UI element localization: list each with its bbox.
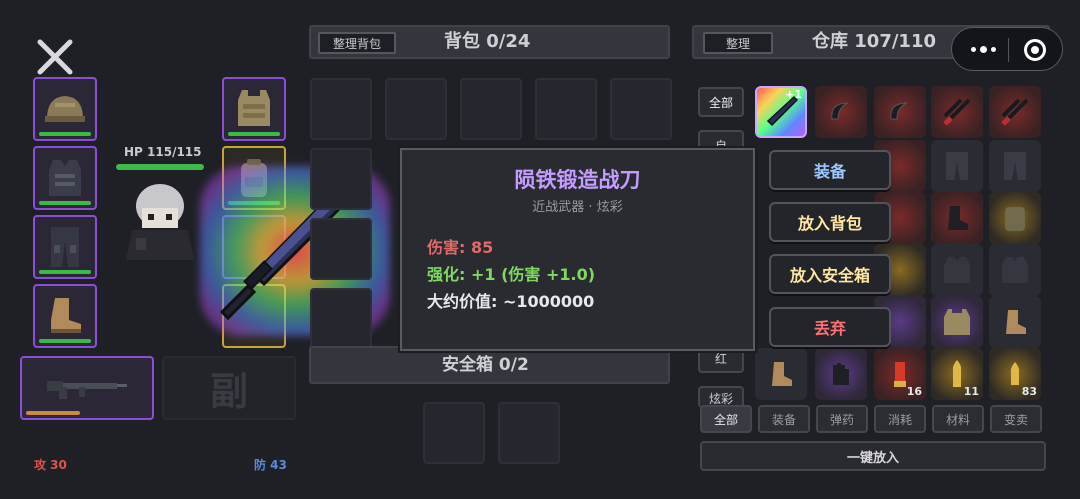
safe-slot[interactable] <box>498 402 560 464</box>
backpack-slot[interactable] <box>310 148 372 210</box>
menu-capsule <box>951 27 1063 71</box>
equip-slot-vest[interactable] <box>222 77 286 141</box>
tab-ammo[interactable]: 弹药 <box>816 405 868 433</box>
storage-item-pistol-ammo[interactable]: 83 <box>989 348 1041 400</box>
sort-storage-button[interactable]: 整理 <box>703 32 773 54</box>
storage-item-pants[interactable] <box>989 140 1041 192</box>
character-avatar <box>122 180 200 266</box>
side-filter-all[interactable]: 全部 <box>698 87 744 117</box>
safe-box-header: 安全箱 0/2 <box>309 346 670 384</box>
boots-icon <box>51 298 81 333</box>
boots-icon <box>1006 310 1026 334</box>
plate-carrier-icon <box>944 309 970 335</box>
backpack-header: 整理背包 背包 0/24 <box>309 25 670 59</box>
storage-item-pliers[interactable] <box>931 86 983 138</box>
item-damage: 伤害: 85 <box>427 238 494 257</box>
pliers-icon <box>1001 98 1029 126</box>
storage-item-boots[interactable] <box>755 348 807 400</box>
safe-box-title: 安全箱 0/2 <box>442 355 529 375</box>
defense-stat: 防 43 <box>254 458 287 472</box>
tactical-vest-icon <box>49 160 81 196</box>
item-subtitle: 近战武器 · 炫彩 <box>532 200 623 215</box>
shotgun-shell-icon <box>894 362 906 387</box>
pants-icon <box>1004 152 1026 180</box>
pants-icon <box>51 227 79 267</box>
backpack-slot[interactable] <box>310 78 372 140</box>
karambit-icon <box>890 102 908 120</box>
more-dots-icon[interactable] <box>968 41 998 57</box>
boots-icon <box>772 362 792 386</box>
item-name: 陨铁锻造战刀 <box>514 168 641 192</box>
boots-icon <box>948 206 968 230</box>
close-button[interactable] <box>34 36 76 78</box>
equip-slot-boots[interactable] <box>33 284 97 348</box>
backpack-title: 背包 0/24 <box>444 31 531 52</box>
backpack-slot[interactable] <box>610 78 672 140</box>
pliers-icon <box>943 98 971 126</box>
backpack-icon <box>1005 207 1025 231</box>
vest-icon <box>1002 257 1028 283</box>
secondary-weapon-slot[interactable]: 副 <box>162 356 296 420</box>
pants-icon <box>946 152 968 180</box>
put-in-safe-button[interactable]: 放入安全箱 <box>769 254 891 294</box>
backpack-slot[interactable] <box>310 218 372 280</box>
deposit-all-button[interactable]: 一键放入 <box>700 441 1046 471</box>
primary-weapon-slot[interactable] <box>20 356 154 420</box>
equip-slot-pants[interactable] <box>33 215 97 279</box>
item-tooltip: 陨铁锻造战刀 近战武器 · 炫彩 伤害: 85 强化: +1 (伤害 +1.0)… <box>400 148 755 351</box>
storage-item-backpack[interactable] <box>989 192 1041 244</box>
storage-item-gloves[interactable] <box>815 348 867 400</box>
storage-item-plate-carrier[interactable] <box>931 296 983 348</box>
storage-item-pants[interactable] <box>931 140 983 192</box>
backpack-slot[interactable] <box>460 78 522 140</box>
sort-backpack-button[interactable]: 整理背包 <box>318 32 396 54</box>
hp-bar <box>116 164 204 170</box>
attack-stat: 攻 30 <box>34 458 67 472</box>
storage-item-karambit[interactable] <box>815 86 867 138</box>
item-count: 83 <box>1021 385 1037 398</box>
tab-consumables[interactable]: 消耗 <box>874 405 926 433</box>
backpack-slot[interactable] <box>310 288 372 350</box>
storage-item-shotgun-shells[interactable]: 16 <box>874 348 926 400</box>
tab-materials[interactable]: 材料 <box>932 405 984 433</box>
storage-item-rifle-ammo[interactable]: 11 <box>931 348 983 400</box>
storage-title: 仓库 107/110 <box>812 31 936 52</box>
item-value: 大约价值: ~1000000 <box>427 292 595 311</box>
item-enhance: 强化: +1 (伤害 +1.0) <box>427 265 596 284</box>
hp-label: HP 115/115 <box>124 145 202 159</box>
item-count: 11 <box>963 385 979 398</box>
put-in-backpack-button[interactable]: 放入背包 <box>769 202 891 242</box>
storage-item-pliers[interactable] <box>989 86 1041 138</box>
karambit-icon <box>831 102 849 120</box>
equip-button[interactable]: 装备 <box>769 150 891 190</box>
storage-item-karambit[interactable] <box>874 86 926 138</box>
gloves-icon <box>833 363 849 385</box>
rifle-icon <box>47 381 127 399</box>
helmet-icon <box>45 96 85 122</box>
inventory-screen: HP 115/115 副 攻 30 防 43 整理背包 背包 0/24 安全箱 … <box>0 0 1080 499</box>
backpack-slot[interactable] <box>535 78 597 140</box>
bullet-icon <box>952 360 962 387</box>
equip-slot-armor[interactable] <box>33 146 97 210</box>
secondary-label: 副 <box>209 369 249 414</box>
backpack-slot[interactable] <box>385 78 447 140</box>
storage-item-vest[interactable] <box>931 244 983 296</box>
bullet-icon <box>1010 362 1020 385</box>
safe-slot[interactable] <box>423 402 485 464</box>
tab-sell[interactable]: 变卖 <box>990 405 1042 433</box>
storage-item-vest[interactable] <box>989 244 1041 296</box>
vest-icon <box>944 257 970 283</box>
drop-button[interactable]: 丢弃 <box>769 307 891 347</box>
enhance-badge: +1 <box>785 88 802 101</box>
item-count: 16 <box>906 385 922 398</box>
close-x-icon <box>37 39 73 75</box>
target-icon[interactable] <box>1024 39 1046 61</box>
equip-slot-helmet[interactable] <box>33 77 97 141</box>
plate-carrier-icon <box>238 90 270 126</box>
tab-all[interactable]: 全部 <box>700 405 752 433</box>
storage-item-boots[interactable] <box>931 192 983 244</box>
storage-item-boots[interactable] <box>989 296 1041 348</box>
storage-item-rainbow-blade[interactable]: +1 <box>755 86 807 138</box>
tab-equipment[interactable]: 装备 <box>758 405 810 433</box>
